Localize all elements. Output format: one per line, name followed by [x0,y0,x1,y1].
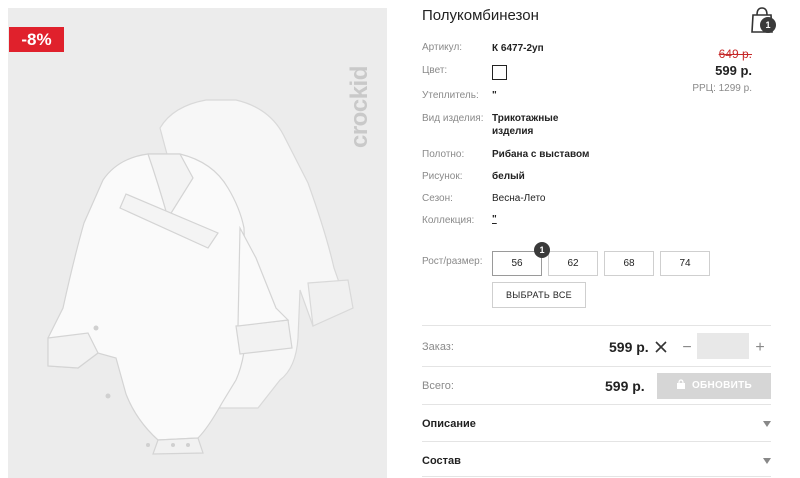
cart-count-badge: 1 [760,17,776,33]
size-label: Рост/размер: [422,256,483,267]
article-label: Артикул: [422,42,463,53]
order-price: 599 р. [609,339,649,355]
season-value: Весна-Лето [492,193,546,204]
bodysuit-illustration [47,99,354,455]
size-selected-count-badge: 1 [534,242,550,258]
fabric-value: Рибана с выставом [492,149,590,160]
description-accordion[interactable]: Описание [422,418,476,430]
brand-logo-text: crockid [346,66,373,148]
current-price: 599 р. [715,63,752,78]
season-label: Сезон: [422,193,453,204]
article-value: К 6477-2уп [492,43,544,54]
chevron-down-icon[interactable] [763,421,771,427]
select-all-sizes-button[interactable]: ВЫБРАТЬ ВСЕ [492,282,586,308]
pattern-value: белый [492,171,525,182]
composition-accordion[interactable]: Состав [422,455,461,467]
product-photo[interactable]: crockid [8,8,387,478]
product-type-label: Вид изделия: [422,113,484,124]
total-label: Всего: [422,380,454,392]
divider [422,404,771,405]
update-button[interactable]: ОБНОВИТЬ [657,373,771,399]
divider [422,325,771,326]
discount-badge: -8% [9,27,64,52]
chevron-down-icon[interactable] [763,458,771,464]
size-option-62[interactable]: 62 [548,251,598,276]
order-label: Заказ: [422,341,454,353]
quantity-decrement-button[interactable]: − [680,339,694,357]
product-type-value: Трикотажные изделия [492,113,559,137]
update-button-label: ОБНОВИТЬ [691,380,753,391]
insulation-value: " [492,90,497,101]
size-option-68[interactable]: 68 [604,251,654,276]
fabric-label: Полотно: [422,149,465,160]
old-price: 649 р. [718,47,752,61]
divider [422,441,771,442]
quantity-input[interactable] [697,333,749,359]
quantity-increment-button[interactable]: + [753,339,767,357]
recommended-retail-price: РРЦ: 1299 р. [692,83,752,94]
collection-value[interactable]: " [492,213,497,226]
color-swatch[interactable] [492,65,507,80]
pattern-label: Рисунок: [422,171,463,182]
product-title: Полукомбинезон [422,7,539,24]
total-price: 599 р. [605,378,645,394]
shopping-bag-icon [676,379,685,389]
collection-label: Коллекция: [422,215,475,226]
divider [422,476,771,477]
divider [422,366,771,367]
size-option-56[interactable]: 56 [492,251,542,276]
insulation-label: Утеплитель: [422,90,479,101]
size-option-74[interactable]: 74 [660,251,710,276]
close-icon[interactable] [654,340,668,354]
color-label: Цвет: [422,65,448,76]
brand-logo: crockid [346,66,373,148]
